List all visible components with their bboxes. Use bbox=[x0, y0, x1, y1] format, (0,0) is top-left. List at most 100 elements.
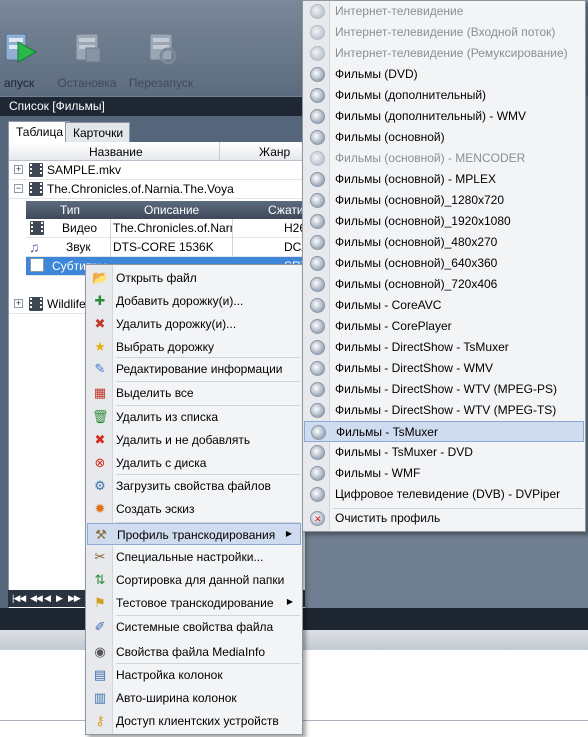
restart-button[interactable]: Перезапуск bbox=[124, 30, 198, 92]
menu-item-delete-no-add[interactable]: ✖ Удалить и не добавлять bbox=[87, 429, 301, 451]
menu-item-mediainfo[interactable]: ◉ Свойства файла MediaInfo bbox=[87, 641, 301, 663]
profile-label: Фильмы (основной)_480x270 bbox=[335, 235, 498, 249]
menu-item-remove-from-list[interactable]: 🗑 Удалить из списка bbox=[87, 406, 301, 428]
menu-item-label: Настройка колонок bbox=[116, 668, 223, 682]
menu-item-auto-width[interactable]: ▥ Авто-ширина колонок bbox=[87, 687, 301, 709]
profile-item[interactable]: Интернет-телевидение (Ремуксирование) bbox=[304, 43, 584, 64]
menu-item-system-properties[interactable]: ✐ Системные свойства файла bbox=[87, 616, 301, 638]
tab-cards[interactable]: Карточки bbox=[65, 122, 131, 142]
profile-item[interactable]: Фильмы (дополнительный) bbox=[304, 85, 584, 106]
sort-folder-icon: ⇅ bbox=[94, 572, 106, 587]
column-divider bbox=[232, 219, 233, 238]
profile-item[interactable]: Фильмы - DirectShow - WTV (MPEG-TS) bbox=[304, 400, 584, 421]
profile-item[interactable]: Фильмы (основной)_1920x1080 bbox=[304, 211, 584, 232]
track-row[interactable]: ♫ Звук DTS-CORE 1536K DCA bbox=[26, 238, 309, 257]
profile-item[interactable]: Фильмы - CorePlayer bbox=[304, 316, 584, 337]
next-icon[interactable]: ▶ bbox=[56, 593, 63, 604]
column-divider[interactable] bbox=[219, 142, 220, 161]
profile-label: Фильмы (DVD) bbox=[335, 67, 418, 81]
menu-item-select-all[interactable]: ▦ Выделить все bbox=[87, 382, 301, 404]
table-row[interactable]: − The.Chronicles.of.Narnia.The.Voya bbox=[9, 180, 306, 199]
profile-item[interactable]: Фильмы (основной)_480x270 bbox=[304, 232, 584, 253]
profile-disc-icon bbox=[311, 425, 326, 440]
profile-disc-icon bbox=[310, 487, 325, 502]
tracks-column-codec[interactable]: Сжати bbox=[268, 203, 304, 217]
delete-no-add-icon: ✖ bbox=[94, 432, 106, 447]
start-icon bbox=[5, 33, 38, 63]
special-settings-icon: ✂ bbox=[94, 549, 106, 564]
profile-label: Фильмы - TsMuxer bbox=[336, 425, 438, 439]
menu-item-create-thumbnail[interactable]: ✹ Создать эскиз bbox=[87, 498, 301, 520]
profile-item[interactable]: Фильмы (основной)_1280x720 bbox=[304, 190, 584, 211]
menu-item-columns-settings[interactable]: ▤ Настройка колонок bbox=[87, 664, 301, 686]
profile-item[interactable]: Фильмы (дополнительный) - WMV bbox=[304, 106, 584, 127]
add-track-icon: ✚ bbox=[94, 293, 106, 308]
profile-disc-icon bbox=[310, 130, 325, 145]
track-type: Звук bbox=[66, 240, 91, 254]
menu-item-add-track[interactable]: ✚ Добавить дорожку(и)... bbox=[87, 290, 301, 312]
expand-toggle[interactable]: + bbox=[14, 165, 23, 174]
menu-item-delete-from-disk[interactable]: ⊗ Удалить с диска bbox=[87, 452, 301, 474]
profile-item[interactable]: Фильмы (основной) - MPLEX bbox=[304, 169, 584, 190]
column-name[interactable]: Название bbox=[89, 145, 143, 159]
menu-item-star[interactable]: ★ Выбрать дорожку bbox=[87, 336, 301, 358]
profile-item[interactable]: Фильмы (DVD) bbox=[304, 64, 584, 85]
expand-toggle[interactable]: + bbox=[14, 299, 23, 308]
edit-info-icon: ✎ bbox=[94, 361, 106, 376]
profile-label: Фильмы - DirectShow - WTV (MPEG-PS) bbox=[335, 382, 557, 396]
first-page-icon[interactable]: |◀◀ bbox=[12, 593, 26, 604]
menu-item-label: Профиль транскодирования bbox=[117, 528, 276, 542]
profile-disc-icon bbox=[310, 361, 325, 376]
profile-item[interactable]: Цифровое телевидение (DVB) - DVPiper bbox=[304, 484, 584, 505]
profile-item[interactable]: Фильмы - TsMuxer - DVD bbox=[304, 442, 584, 463]
profile-item[interactable]: Фильмы - CoreAVC bbox=[304, 295, 584, 316]
menu-item-special-settings[interactable]: ✂ Специальные настройки... bbox=[87, 546, 301, 568]
menu-item-client-access[interactable]: ⚷ Доступ клиентских устройств bbox=[87, 710, 301, 732]
list-title: Список [Фильмы] bbox=[0, 97, 305, 116]
menu-item-edit-info[interactable]: ✎ Редактирование информации bbox=[87, 358, 301, 380]
profile-item[interactable]: Фильмы - WMF bbox=[304, 463, 584, 484]
profile-item[interactable]: Фильмы - DirectShow - TsMuxer bbox=[304, 337, 584, 358]
menu-item-transcode-profile[interactable]: ⚒ Профиль транскодирования ▶ bbox=[87, 523, 301, 545]
menu-item-label: Удалить и не добавлять bbox=[116, 433, 251, 447]
table-row[interactable]: + SAMPLE.mkv bbox=[9, 161, 306, 180]
column-divider bbox=[110, 238, 111, 257]
menu-item-test-transcode[interactable]: ⚑ Тестовое транскодирование ▶ bbox=[87, 592, 301, 614]
tab-table[interactable]: Таблица bbox=[8, 121, 71, 143]
menu-item-label: Специальные настройки... bbox=[116, 550, 264, 564]
profile-disc-icon bbox=[310, 466, 325, 481]
prev-page-icon[interactable]: ◀◀ bbox=[30, 593, 43, 604]
prev-icon[interactable]: ◀ bbox=[44, 593, 51, 604]
tracks-column-type[interactable]: Тип bbox=[60, 203, 80, 217]
profile-item[interactable]: Фильмы - DirectShow - WMV bbox=[304, 358, 584, 379]
column-genre[interactable]: Жанр bbox=[259, 145, 290, 159]
collapse-toggle[interactable]: − bbox=[14, 184, 23, 193]
profile-disc-icon bbox=[310, 445, 325, 460]
profile-item[interactable]: Фильмы (основной) - MENCODER bbox=[304, 148, 584, 169]
menu-item-label: Удалить из списка bbox=[116, 410, 219, 424]
profile-item[interactable]: Интернет-телевидение (Входной поток) bbox=[304, 22, 584, 43]
test-transcode-icon: ⚑ bbox=[94, 595, 106, 610]
menu-item-remove-track[interactable]: ✖ Удалить дорожку(и)... bbox=[87, 313, 301, 335]
start-button[interactable]: апуск bbox=[0, 30, 56, 92]
profile-item[interactable]: Фильмы - DirectShow - WTV (MPEG-PS) bbox=[304, 379, 584, 400]
film-icon bbox=[29, 163, 43, 177]
menu-item-open-folder[interactable]: 📂 Открыть файл bbox=[87, 267, 301, 289]
profile-item[interactable]: Фильмы (основной)_720x406 bbox=[304, 274, 584, 295]
profile-disc-icon bbox=[310, 403, 325, 418]
track-row[interactable]: Видео The.Chronicles.of.Narni H264 bbox=[26, 219, 313, 238]
profile-label: Интернет-телевидение (Входной поток) bbox=[335, 25, 556, 39]
video-icon bbox=[30, 221, 44, 235]
stop-button[interactable]: Остановка bbox=[50, 30, 124, 92]
profile-item[interactable]: Фильмы (основной) bbox=[304, 127, 584, 148]
profile-item[interactable]: Фильмы (основной)_640x360 bbox=[304, 253, 584, 274]
menu-item-clear-profile[interactable]: Очистить профиль bbox=[304, 508, 584, 529]
profile-item[interactable]: Фильмы - TsMuxer bbox=[304, 421, 584, 442]
row-title: Wildlife bbox=[47, 297, 86, 311]
profile-item[interactable]: Интернет-телевидение bbox=[304, 1, 584, 22]
profile-disc-icon bbox=[310, 67, 325, 82]
menu-item-sort-folder[interactable]: ⇅ Сортировка для данной папки bbox=[87, 569, 301, 591]
next-page-icon[interactable]: ▶▶ bbox=[68, 593, 81, 604]
tracks-column-description[interactable]: Описание bbox=[144, 203, 199, 217]
menu-item-load-properties[interactable]: ⚙ Загрузить свойства файлов bbox=[87, 475, 301, 497]
